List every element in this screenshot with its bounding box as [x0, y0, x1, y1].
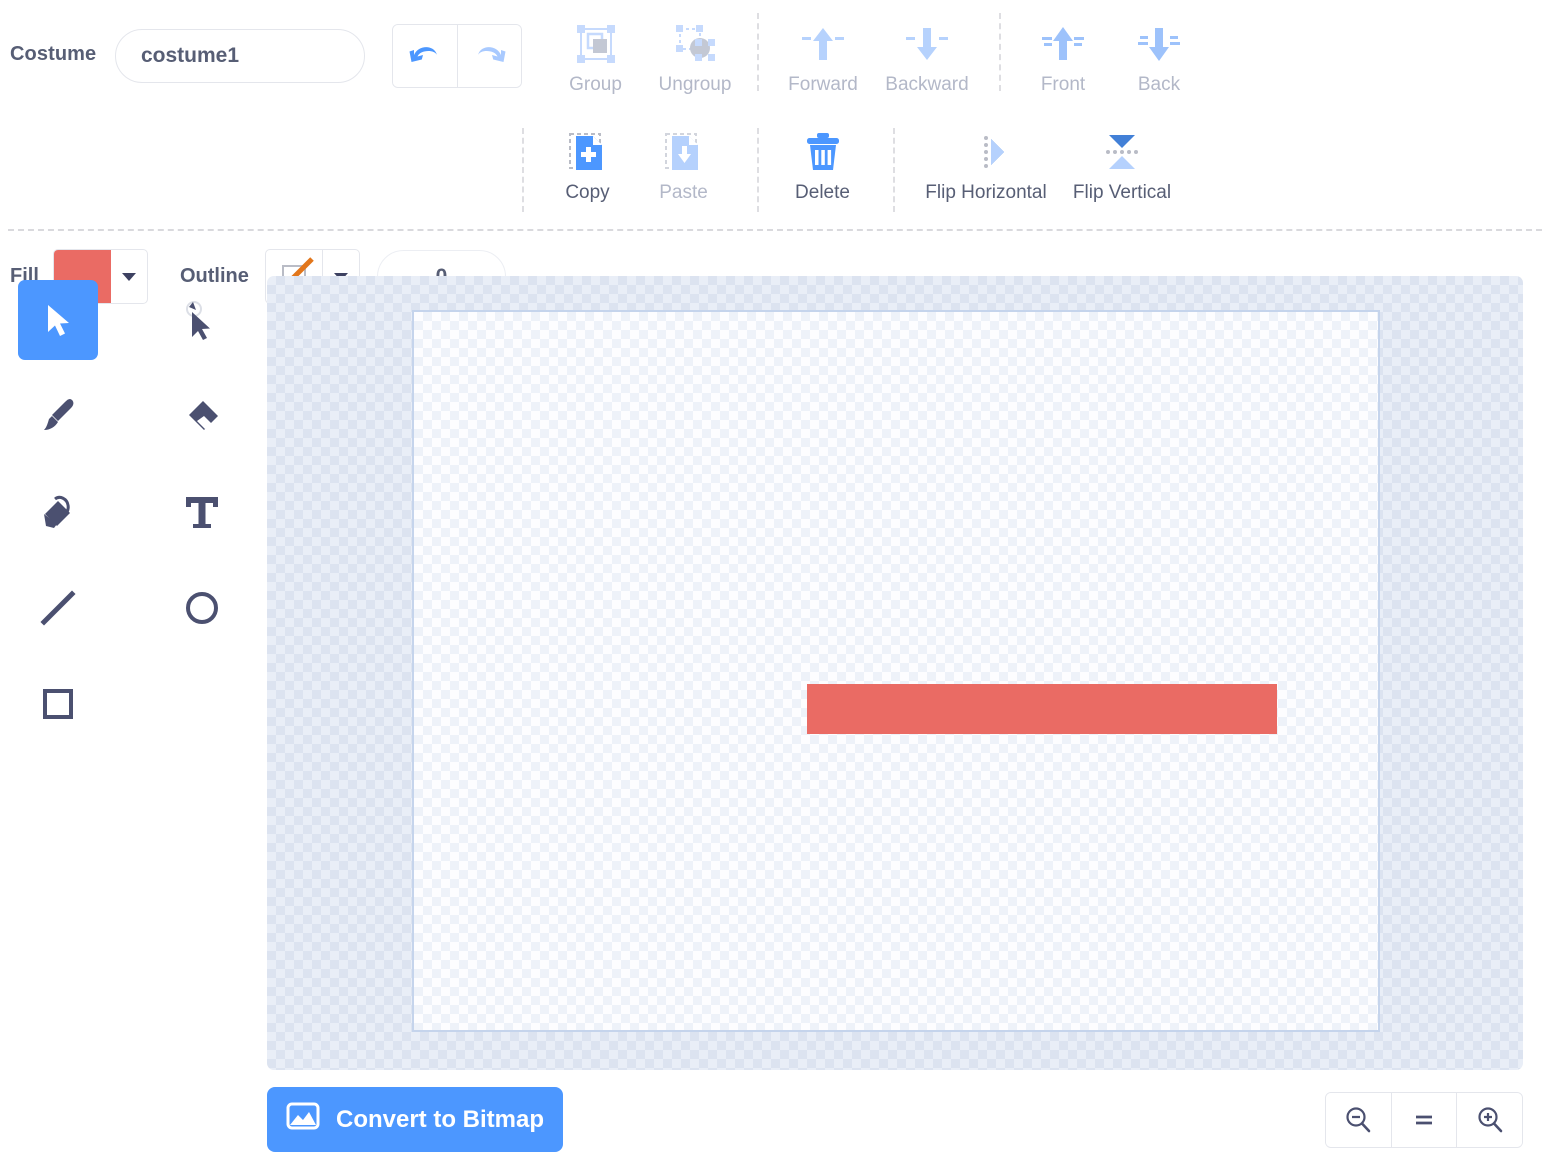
redo-button[interactable]	[457, 25, 521, 87]
backward-button[interactable]: Backward	[872, 20, 982, 96]
paintbrush-icon	[44, 398, 74, 430]
zoom-in-button[interactable]	[1456, 1093, 1522, 1147]
flip-vertical-label: Flip Vertical	[1072, 182, 1172, 203]
front-label: Front	[1040, 74, 1086, 95]
undo-icon	[409, 47, 437, 62]
copy-button[interactable]: Copy	[540, 128, 635, 204]
eraser-icon	[189, 401, 218, 430]
toolbar-separator-1	[757, 13, 759, 91]
chevron-down-icon	[111, 250, 147, 303]
delete-button[interactable]: Delete	[775, 128, 870, 204]
convert-to-bitmap-label: Convert to Bitmap	[335, 1105, 544, 1133]
paint-bucket-icon	[44, 495, 70, 528]
paint-editor: Costume costume1 Group Ungroup Forward B…	[0, 0, 1550, 1168]
tool-rectangle[interactable]	[18, 664, 98, 744]
paste-label: Paste	[659, 182, 708, 203]
ungroup-button[interactable]: Ungroup	[640, 20, 750, 96]
group-button[interactable]: Group	[548, 20, 643, 96]
tool-brush[interactable]	[18, 376, 98, 456]
delete-label: Delete	[795, 182, 850, 203]
toolbar-separator-2	[999, 13, 1001, 91]
zoom-reset-icon	[1416, 1115, 1432, 1125]
copy-label: Copy	[565, 182, 610, 203]
toolbar-row-top: Costume costume1 Group Ungroup Forward B…	[0, 0, 1550, 110]
zoom-out-icon	[1346, 1107, 1371, 1133]
undo-button[interactable]	[393, 25, 457, 87]
toolbar-row-bottom: Fill Outline 0 Copy Paste Delete Flip Ho…	[0, 110, 1550, 304]
ungroup-icon	[671, 20, 719, 68]
canvas-shape-rect[interactable]	[807, 684, 1277, 734]
undo-redo-group	[392, 24, 522, 88]
tool-reshape[interactable]	[162, 280, 242, 360]
paste-icon	[661, 128, 707, 176]
flip-horizontal-icon	[963, 128, 1009, 176]
image-icon	[286, 1101, 320, 1138]
tool-ellipse[interactable]	[162, 568, 242, 648]
flip-horizontal-label: Flip Horizontal	[925, 182, 1047, 203]
paste-button[interactable]: Paste	[636, 128, 731, 204]
zoom-controls	[1325, 1092, 1523, 1148]
costume-name-input[interactable]	[115, 29, 365, 83]
costume-label: Costume	[10, 43, 97, 65]
circle-icon	[186, 592, 218, 624]
group-label: Group	[569, 74, 622, 95]
tool-text[interactable]	[162, 472, 242, 552]
forward-button[interactable]: Forward	[775, 20, 871, 96]
flip-horizontal-button[interactable]: Flip Horizontal	[913, 128, 1059, 204]
flip-vertical-icon	[1099, 128, 1145, 176]
convert-to-bitmap-button[interactable]: Convert to Bitmap	[267, 1087, 563, 1152]
tool-line[interactable]	[18, 568, 98, 648]
back-label: Back	[1137, 74, 1181, 95]
tool-fill[interactable]	[18, 472, 98, 552]
backward-label: Backward	[885, 74, 969, 95]
toolbar-separator-5	[893, 128, 895, 212]
tool-select[interactable]	[18, 280, 98, 360]
square-icon	[43, 689, 73, 719]
toolbar-separator-3	[522, 128, 524, 212]
backward-icon	[903, 20, 951, 68]
zoom-out-button[interactable]	[1326, 1093, 1391, 1147]
costume-canvas[interactable]	[412, 310, 1380, 1032]
back-icon	[1135, 20, 1183, 68]
front-icon	[1039, 20, 1087, 68]
forward-label: Forward	[788, 74, 858, 95]
tool-eraser[interactable]	[162, 376, 242, 456]
zoom-in-icon	[1478, 1107, 1502, 1133]
line-icon	[40, 590, 76, 626]
ungroup-label: Ungroup	[658, 74, 732, 95]
paint-toolbar: Costume costume1 Group Ungroup Forward B…	[0, 0, 1550, 304]
toolbar-separator-4	[757, 128, 759, 212]
zoom-reset-button[interactable]	[1390, 1093, 1457, 1147]
forward-icon	[799, 20, 847, 68]
reshape-icon	[186, 301, 210, 340]
arrow-cursor-icon	[48, 305, 69, 336]
flip-vertical-button[interactable]: Flip Vertical	[1058, 128, 1186, 204]
copy-icon	[565, 128, 611, 176]
group-icon	[572, 20, 620, 68]
paint-canvas-area[interactable]	[267, 276, 1523, 1070]
text-icon	[186, 497, 218, 528]
toolbar-divider	[8, 229, 1542, 231]
delete-icon	[800, 128, 846, 176]
front-button[interactable]: Front	[1020, 20, 1106, 96]
back-button[interactable]: Back	[1118, 20, 1200, 96]
redo-icon	[477, 47, 505, 62]
